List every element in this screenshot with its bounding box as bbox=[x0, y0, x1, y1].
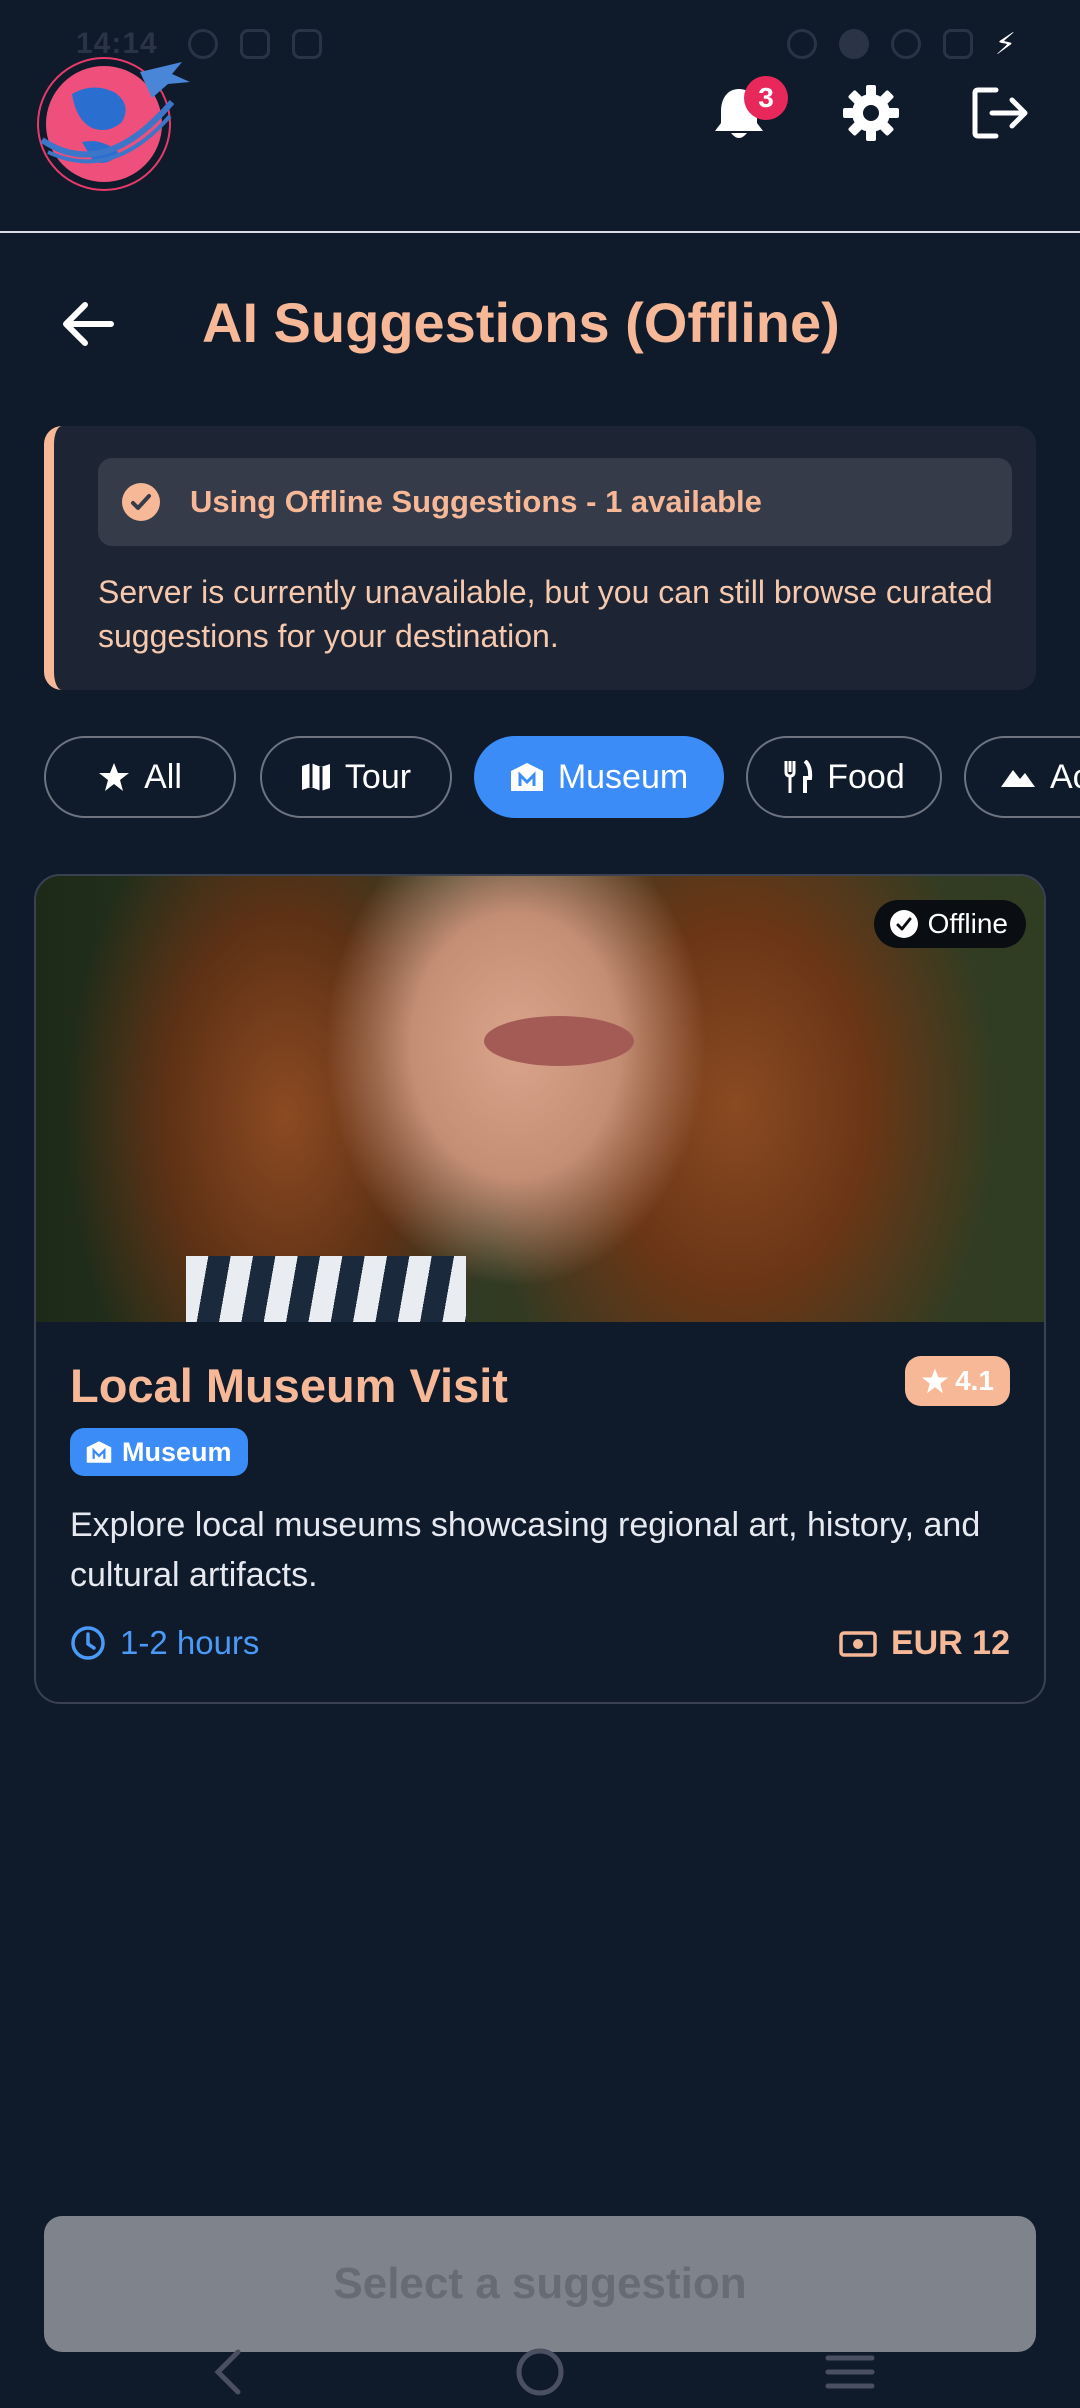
app-notification-icon bbox=[187, 29, 218, 59]
clock-icon bbox=[71, 1626, 105, 1660]
filter-chip-museum[interactable]: Museum bbox=[474, 736, 724, 818]
museum-icon bbox=[86, 1441, 112, 1463]
suggestion-title: Local Museum Visit bbox=[70, 1359, 508, 1412]
check-circle-icon bbox=[889, 910, 918, 938]
map-icon bbox=[301, 763, 330, 791]
duration-info: 1-2 hours bbox=[70, 1624, 259, 1662]
nav-recents-button[interactable] bbox=[820, 2342, 880, 2402]
offline-badge-label: Offline bbox=[927, 908, 1008, 939]
filter-chip-label: Ac bbox=[1050, 757, 1080, 796]
chevron-left-icon bbox=[214, 2349, 241, 2395]
mute-icon bbox=[786, 29, 817, 59]
fork-knife-icon bbox=[784, 760, 813, 793]
wifi-icon bbox=[890, 29, 921, 59]
rating-badge: 4.1 bbox=[905, 1356, 1010, 1406]
offline-banner: Using Offline Suggestions - 1 available … bbox=[44, 426, 1036, 690]
gear-icon bbox=[843, 85, 899, 141]
banner-message: Server is currently unavailable, but you… bbox=[98, 574, 993, 654]
filter-chip-label: Food bbox=[827, 757, 905, 796]
back-button[interactable] bbox=[56, 292, 120, 356]
museum-icon bbox=[510, 763, 543, 791]
nav-back-button[interactable] bbox=[198, 2342, 258, 2402]
logout-icon bbox=[972, 87, 1028, 139]
logout-button[interactable] bbox=[966, 78, 1036, 148]
status-time: 14:14 bbox=[76, 27, 158, 60]
banner-heading: Using Offline Suggestions - 1 available bbox=[190, 484, 762, 519]
cash-icon bbox=[839, 1630, 877, 1657]
suggestion-card[interactable]: Offline Local Museum Visit 4.1 Museum Ex… bbox=[34, 874, 1046, 1704]
rating-value: 4.1 bbox=[955, 1365, 994, 1396]
category-filter-row[interactable]: All Tour Museum Food Ac bbox=[44, 736, 1080, 818]
mountain-icon bbox=[1001, 770, 1035, 787]
dnd-icon bbox=[838, 29, 869, 59]
banner-header: Using Offline Suggestions - 1 available bbox=[98, 458, 1012, 546]
signal-icon bbox=[942, 29, 973, 59]
filter-chip-food[interactable]: Food bbox=[746, 736, 942, 818]
page-title: AI Suggestions (Offline) bbox=[202, 291, 840, 354]
filter-chip-label: Museum bbox=[557, 757, 689, 796]
suggestion-description: Explore local museums showcasing regiona… bbox=[70, 1506, 981, 1594]
filter-chip-tour[interactable]: Tour bbox=[260, 736, 452, 818]
duration-value: 1-2 hours bbox=[120, 1624, 260, 1661]
battery-charging-icon: ⚡ bbox=[994, 27, 1016, 61]
filter-chip-activity[interactable]: Ac bbox=[964, 736, 1080, 818]
arrow-left-icon bbox=[63, 302, 114, 346]
instagram-icon bbox=[239, 29, 270, 59]
price-value: EUR 12 bbox=[890, 1624, 1010, 1662]
settings-button[interactable] bbox=[836, 78, 906, 148]
menu-icon bbox=[825, 2355, 875, 2389]
category-tag-label: Museum bbox=[122, 1436, 232, 1467]
filter-chip-label: All bbox=[144, 757, 182, 796]
system-nav-bar bbox=[0, 2320, 1080, 2408]
check-circle-icon bbox=[122, 483, 160, 521]
filter-chip-label: Tour bbox=[344, 757, 412, 796]
suggestion-photo: Offline bbox=[36, 876, 1044, 1322]
category-tag: Museum bbox=[70, 1428, 248, 1476]
filter-chip-all[interactable]: All bbox=[44, 736, 236, 818]
nav-home-button[interactable] bbox=[510, 2342, 570, 2402]
price-info: EUR 12 bbox=[839, 1624, 1010, 1663]
star-icon bbox=[921, 1368, 949, 1394]
instagram-icon bbox=[291, 29, 322, 59]
status-bar: 14:14 ⚡ bbox=[0, 0, 1080, 88]
offline-badge: Offline bbox=[873, 900, 1026, 948]
star-icon bbox=[99, 763, 130, 791]
circle-home-icon bbox=[516, 2348, 564, 2396]
